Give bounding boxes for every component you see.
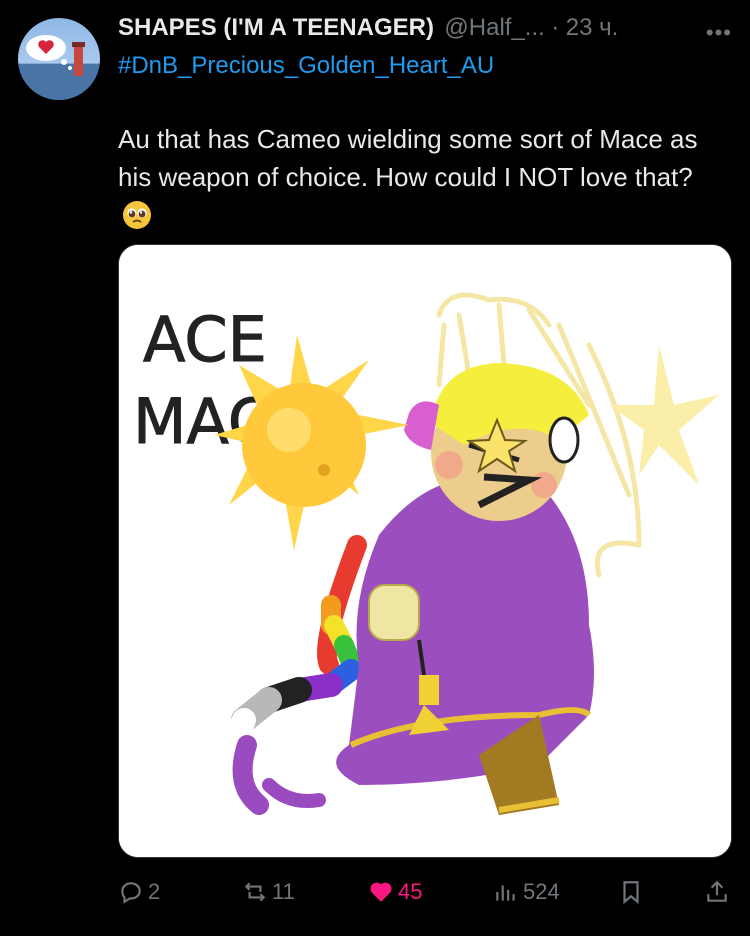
reply-icon	[121, 882, 141, 904]
views-chart-icon	[496, 885, 515, 901]
retweet-count: 11	[272, 879, 295, 904]
tweet-header: SHAPES (I'M A TEENAGER) @Half_... · 23 ч…	[118, 14, 750, 50]
share-button[interactable]	[704, 872, 730, 912]
avatar-image	[18, 35, 100, 100]
heart-icon	[370, 882, 392, 902]
tweet-body: Au that has Cameo wielding some sort of …	[118, 124, 698, 192]
pleading-face-emoji-icon	[123, 201, 151, 229]
tweet-text: Au that has Cameo wielding some sort of …	[118, 120, 733, 234]
timestamp[interactable]: 23 ч.	[566, 14, 619, 41]
views-count: 524	[523, 879, 560, 904]
reply-count: 2	[148, 879, 161, 904]
tweet-image[interactable]: ACE MACE	[118, 244, 732, 858]
bookmark-button[interactable]	[618, 872, 644, 912]
share-icon	[707, 880, 727, 902]
ace-mace-drawing: ACE MACE	[119, 245, 731, 857]
more-dots-icon[interactable]: •••	[706, 20, 732, 46]
retweet-button[interactable]: 11	[242, 872, 295, 912]
retweet-icon	[244, 882, 266, 902]
hashtag-link[interactable]: #DnB_Precious_Golden_Heart_AU	[118, 52, 494, 80]
reply-button[interactable]: 2	[118, 872, 160, 912]
separator-dot: ·	[551, 14, 560, 41]
drawing-text-ace: ACE	[143, 303, 267, 376]
author-handle[interactable]: @Half_...	[444, 14, 544, 41]
views-button[interactable]: 524	[493, 872, 560, 912]
bookmark-icon	[623, 881, 639, 905]
avatar[interactable]	[18, 18, 100, 100]
like-button[interactable]: 45	[368, 872, 422, 912]
like-count: 45	[398, 879, 423, 904]
action-bar: 2 11 45 524	[118, 872, 732, 912]
author-name[interactable]: SHAPES (I'M A TEENAGER)	[118, 14, 434, 41]
